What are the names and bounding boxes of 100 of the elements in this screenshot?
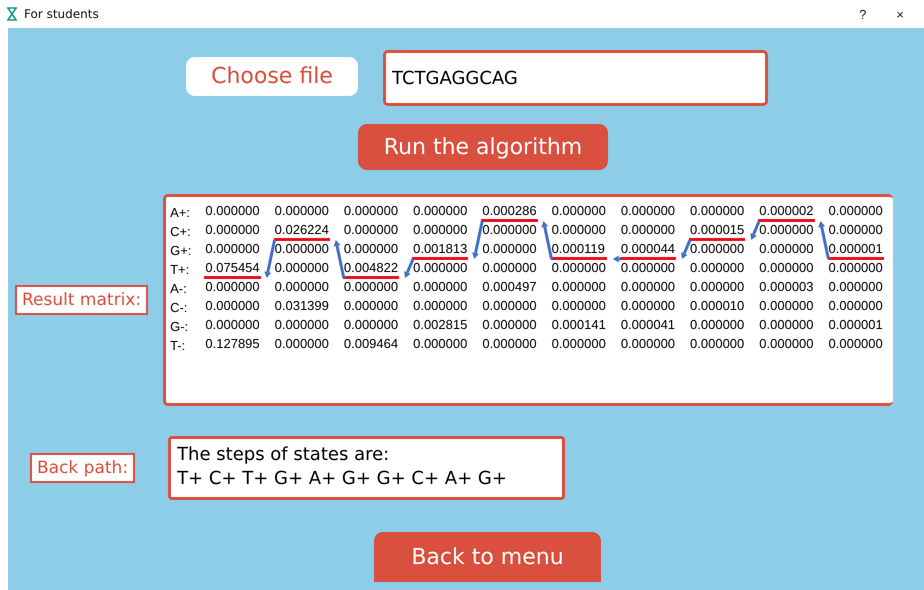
matrix-value: 0.000003 xyxy=(758,279,815,296)
run-button[interactable]: Run the algorithm xyxy=(358,124,608,170)
matrix-value: 0.000000 xyxy=(828,222,884,239)
matrix-value: 0.000000 xyxy=(481,336,538,353)
choose-file-button[interactable]: Choose file xyxy=(186,57,358,96)
matrix-value: 0.000000 xyxy=(481,222,538,239)
matrix-value: 0.000000 xyxy=(758,317,815,334)
matrix-value: 0.000286 xyxy=(481,203,538,222)
matrix-value: 0.000000 xyxy=(481,241,538,258)
matrix-value: 0.000000 xyxy=(689,279,746,296)
path-arrow xyxy=(334,240,346,278)
close-button[interactable]: × xyxy=(884,6,916,22)
matrix-value: 0.000000 xyxy=(758,260,815,277)
row-label: T-: xyxy=(170,337,186,355)
matrix-value: 0.004822 xyxy=(342,260,400,279)
matrix-value: 0.000000 xyxy=(550,336,607,353)
matrix-value: 0.000000 xyxy=(412,336,468,353)
sequence-field[interactable]: TCTGAGGCAG xyxy=(383,50,768,106)
hourglass-icon xyxy=(6,7,18,21)
row-label: G-: xyxy=(170,318,190,336)
row-label: C+: xyxy=(170,223,192,241)
matrix-value: 0.000000 xyxy=(689,241,746,258)
matrix-value: 0.026224 xyxy=(274,222,330,241)
matrix-value: 0.000000 xyxy=(828,336,884,353)
matrix-value: 0.000000 xyxy=(620,279,676,296)
matrix-value: 0.000000 xyxy=(620,260,676,277)
path-arrow xyxy=(472,220,484,259)
matrix-value: 0.000000 xyxy=(412,260,468,277)
matrix-value: 0.000000 xyxy=(689,317,746,334)
matrix-value: 0.000000 xyxy=(550,279,607,296)
matrix-value: 0.000000 xyxy=(758,222,815,239)
row-label: T+: xyxy=(170,261,190,279)
matrix-value: 0.000001 xyxy=(828,317,884,334)
matrix-value: 0.000119 xyxy=(550,241,607,260)
matrix-value: 0.000000 xyxy=(412,279,468,296)
path-arrow xyxy=(541,221,554,260)
matrix-value: 0.000010 xyxy=(689,298,746,315)
matrix-value: 0.000000 xyxy=(550,260,607,277)
matrix-value: 0.000000 xyxy=(550,203,607,220)
matrix-value: 0.000044 xyxy=(620,241,676,260)
state-path: T+ C+ T+ G+ A+ G+ G+ C+ A+ G+ xyxy=(177,467,508,491)
matrix-value: 0.000015 xyxy=(689,222,746,241)
matrix-value: 0.000000 xyxy=(758,298,815,315)
matrix-value: 0.000000 xyxy=(204,317,261,334)
matrix-value: 0.000000 xyxy=(412,298,468,315)
matrix-value: 0.000000 xyxy=(412,203,468,220)
row-label: C-: xyxy=(170,299,188,317)
matrix-value: 0.000000 xyxy=(274,241,330,258)
matrix-value: 0.000000 xyxy=(481,317,538,334)
matrix-value: 0.000000 xyxy=(620,203,676,220)
matrix-value: 0.000000 xyxy=(204,241,261,258)
matrix-value: 0.000000 xyxy=(828,203,884,220)
steps-heading: The steps of states are: xyxy=(177,443,390,467)
path-arrow xyxy=(818,221,830,260)
matrix-value: 0.000000 xyxy=(828,298,884,315)
back-to-menu-button[interactable]: Back to menu xyxy=(374,532,601,582)
matrix-value: 0.000000 xyxy=(828,279,884,296)
row-label: G+: xyxy=(170,242,192,260)
matrix-value: 0.000000 xyxy=(620,336,676,353)
matrix-value: 0.127895 xyxy=(204,336,261,353)
matrix-value: 0.000000 xyxy=(204,203,261,220)
matrix-value: 0.000000 xyxy=(550,298,607,315)
matrix-value: 0.000000 xyxy=(204,298,261,315)
matrix-value: 0.001813 xyxy=(412,241,468,260)
matrix-value: 0.002815 xyxy=(412,317,468,334)
matrix-value: 0.000041 xyxy=(620,317,676,334)
matrix-value: 0.000000 xyxy=(342,279,400,296)
matrix-value: 0.000000 xyxy=(689,336,746,353)
matrix-value: 0.000000 xyxy=(274,260,330,277)
result-matrix-label: Result matrix: xyxy=(15,285,148,315)
matrix-value: 0.000000 xyxy=(274,317,330,334)
path-arrow xyxy=(750,220,761,240)
matrix-value: 0.000000 xyxy=(204,222,261,239)
matrix-value: 0.000000 xyxy=(342,203,400,220)
matrix-value: 0.000000 xyxy=(342,317,400,334)
matrix-value: 0.000000 xyxy=(828,260,884,277)
matrix-value: 0.000000 xyxy=(481,298,538,315)
path-arrow xyxy=(404,258,414,278)
matrix-value: 0.000000 xyxy=(758,241,815,258)
matrix-value: 0.000000 xyxy=(620,298,676,315)
matrix-value: 0.075454 xyxy=(204,260,261,279)
matrix-value: 0.000000 xyxy=(342,298,400,315)
path-arrow xyxy=(681,239,692,259)
matrix-value: 0.000000 xyxy=(204,279,261,296)
matrix-value: 0.000000 xyxy=(689,260,746,277)
help-button[interactable]: ? xyxy=(847,6,878,22)
matrix-value: 0.000000 xyxy=(620,222,676,239)
path-arrow xyxy=(264,240,276,278)
matrix-value: 0.000000 xyxy=(412,222,468,239)
matrix-value: 0.000000 xyxy=(481,260,538,277)
matrix-value: 0.000002 xyxy=(758,203,815,222)
path-arrow xyxy=(612,256,621,262)
matrix-value: 0.000000 xyxy=(342,241,400,258)
back-path-label: Back path: xyxy=(30,453,136,483)
row-label: A-: xyxy=(170,280,188,298)
matrix-value: 0.000000 xyxy=(689,203,746,220)
window-title: For students xyxy=(24,7,100,21)
matrix-value: 0.031399 xyxy=(274,298,330,315)
matrix-value: 0.000497 xyxy=(481,279,538,296)
matrix-value: 0.009464 xyxy=(342,336,400,353)
